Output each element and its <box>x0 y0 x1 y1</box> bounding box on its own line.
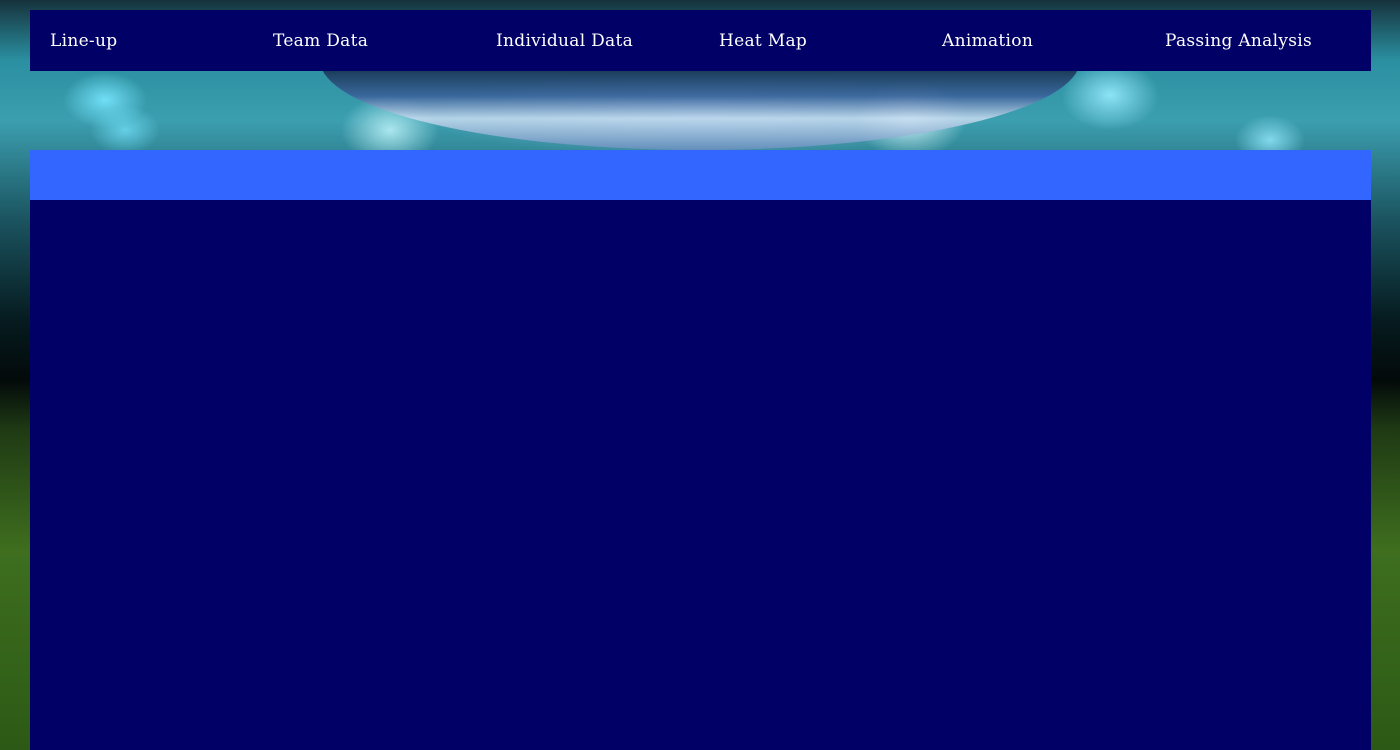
nav-item-heat-map[interactable]: Heat Map <box>719 31 807 51</box>
sub-header-bar <box>30 150 1371 200</box>
main-content-panel <box>30 200 1371 750</box>
stadium-background-image <box>320 60 1080 150</box>
main-nav-bar: Line-up Team Data Individual Data Heat M… <box>30 10 1371 71</box>
nav-item-line-up[interactable]: Line-up <box>50 31 117 51</box>
nav-item-passing-analysis[interactable]: Passing Analysis <box>1165 31 1312 51</box>
nav-item-team-data[interactable]: Team Data <box>273 31 368 51</box>
nav-item-individual-data[interactable]: Individual Data <box>496 31 633 51</box>
nav-item-animation[interactable]: Animation <box>942 31 1033 51</box>
